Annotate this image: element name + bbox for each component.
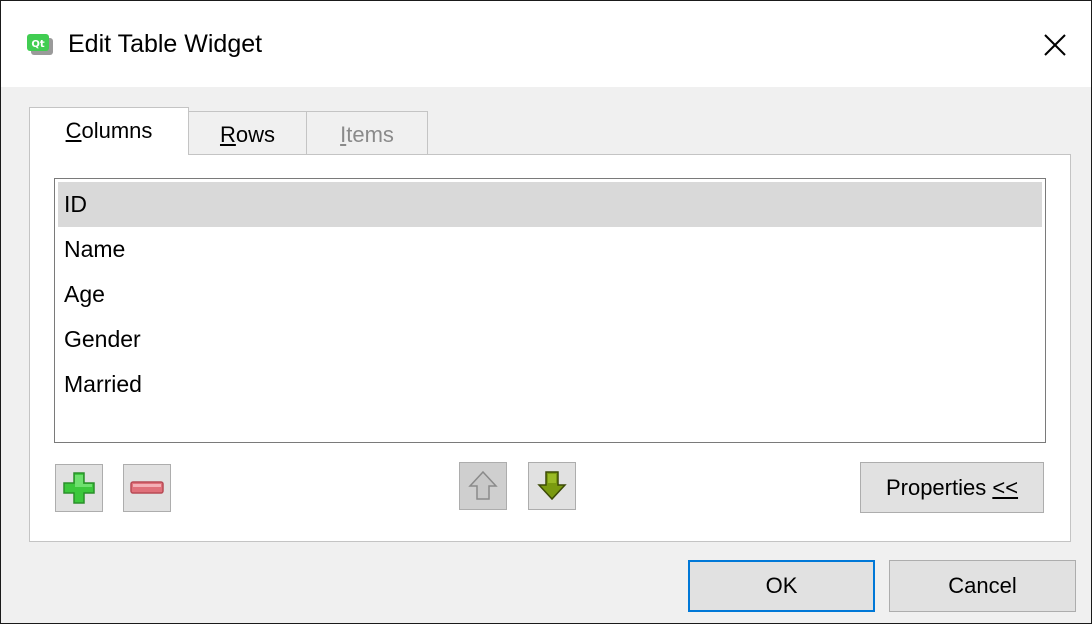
columns-list[interactable]: ID Name Age Gender Married bbox=[54, 178, 1046, 443]
tab-items: Items bbox=[306, 111, 428, 157]
qt-designer-icon: Qt bbox=[27, 34, 55, 56]
remove-column-button[interactable] bbox=[123, 464, 171, 512]
properties-button-label: Properties bbox=[885, 475, 993, 500]
list-item[interactable]: Gender bbox=[58, 317, 1042, 362]
move-up-button[interactable] bbox=[459, 462, 507, 510]
tab-rows-label: ows bbox=[235, 122, 275, 147]
cancel-button[interactable]: Cancel bbox=[889, 560, 1076, 612]
tab-items-label: tems bbox=[346, 122, 394, 147]
window-title: Edit Table Widget bbox=[68, 30, 263, 58]
minus-icon bbox=[130, 481, 164, 494]
list-item[interactable]: Name bbox=[58, 227, 1042, 272]
plus-icon bbox=[63, 472, 95, 504]
tab-rows[interactable]: Rows bbox=[188, 111, 307, 157]
svg-text:Qt: Qt bbox=[31, 39, 45, 50]
tab-columns-mnemonic: C bbox=[65, 118, 82, 143]
arrow-down-icon bbox=[537, 471, 567, 501]
add-column-button[interactable] bbox=[55, 464, 103, 512]
properties-toggle-button[interactable]: Properties << bbox=[860, 462, 1044, 513]
edit-table-widget-dialog: Qt Edit Table Widget Columns Rows Items … bbox=[0, 0, 1092, 624]
list-item[interactable]: Age bbox=[58, 272, 1042, 317]
arrow-up-icon bbox=[468, 470, 498, 500]
properties-button-suffix: << bbox=[992, 475, 1019, 500]
tab-columns-label: olumns bbox=[81, 118, 153, 143]
close-icon bbox=[1044, 34, 1066, 56]
list-item[interactable]: Married bbox=[58, 362, 1042, 407]
tab-rows-mnemonic: R bbox=[219, 122, 236, 147]
ok-button[interactable]: OK bbox=[688, 560, 875, 612]
list-item[interactable]: ID bbox=[58, 182, 1042, 227]
title-bar: Qt Edit Table Widget bbox=[1, 1, 1091, 87]
move-down-button[interactable] bbox=[528, 462, 576, 510]
tab-columns[interactable]: Columns bbox=[29, 107, 189, 155]
close-button[interactable] bbox=[1035, 25, 1075, 65]
